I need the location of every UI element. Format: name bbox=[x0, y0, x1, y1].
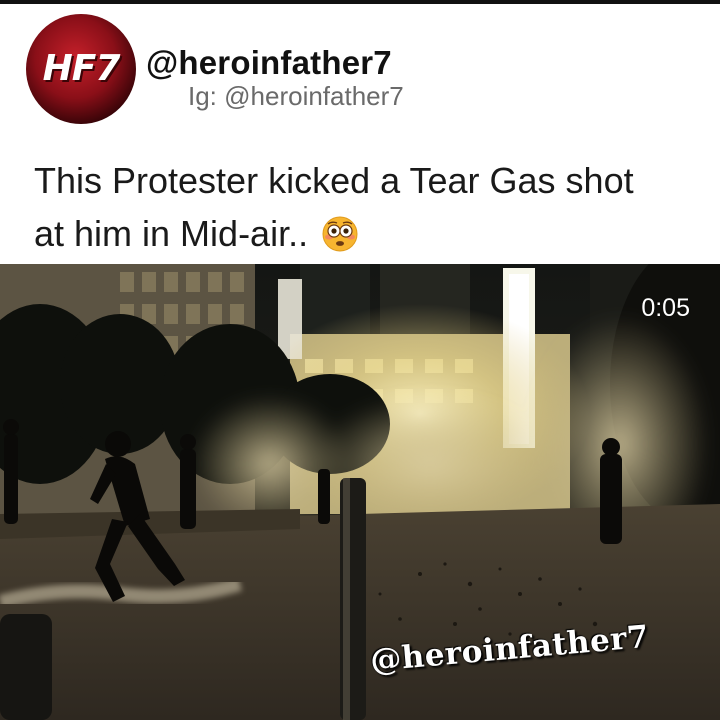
post-header: HF7 @heroinfather7 Ig: @heroinfather7 Th… bbox=[0, 4, 720, 264]
avatar[interactable]: HF7 bbox=[26, 14, 136, 124]
instagram-handle: Ig: @heroinfather7 bbox=[188, 81, 404, 111]
username[interactable]: @heroinfather7 bbox=[146, 44, 392, 82]
avatar-logo-text: HF7 bbox=[42, 48, 121, 89]
flushed-face-icon bbox=[322, 216, 358, 252]
post-caption: This Protester kicked a Tear Gas shot at… bbox=[34, 154, 694, 260]
video-timer: 0:05 bbox=[641, 294, 690, 322]
caption-line-2: at him in Mid-air.. bbox=[34, 213, 309, 254]
caption-line-1: This Protester kicked a Tear Gas shot bbox=[34, 160, 634, 201]
